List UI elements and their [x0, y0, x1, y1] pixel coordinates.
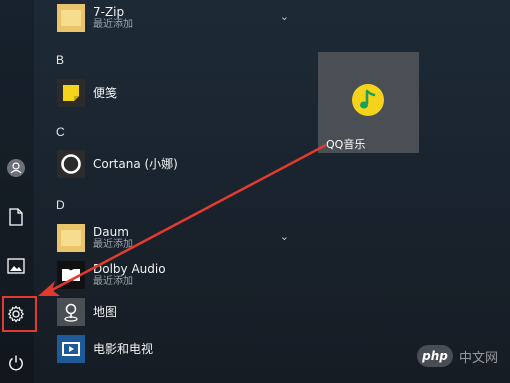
php-logo: php: [416, 345, 453, 367]
watermark-text: 中文网: [458, 350, 498, 366]
watermark: php 中文网: [416, 345, 498, 367]
annotation-arrow: [38, 143, 327, 296]
